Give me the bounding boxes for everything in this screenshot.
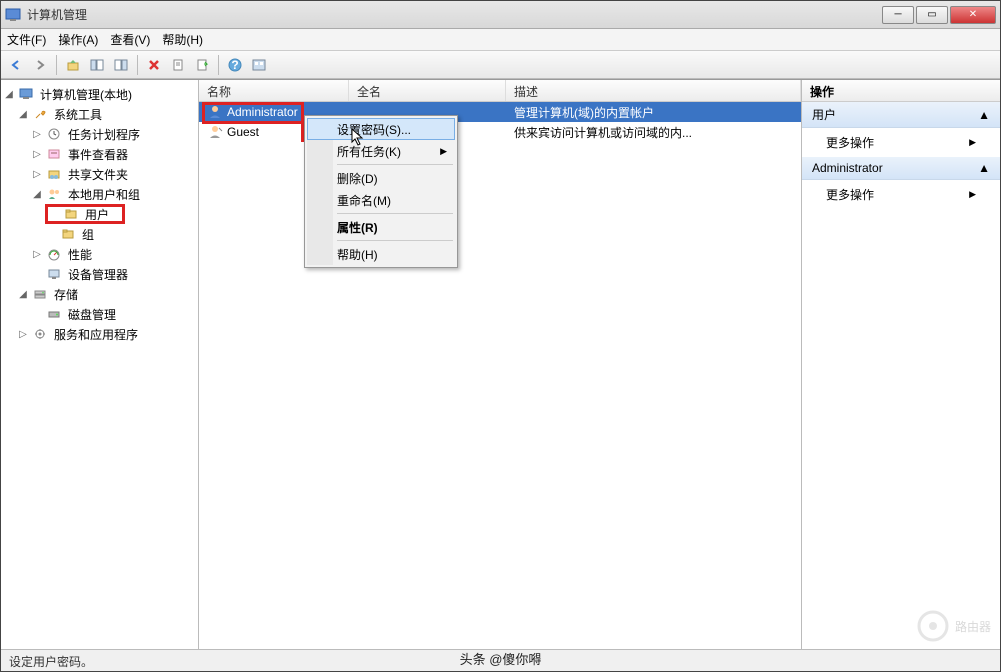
collapse-icon: ▲ xyxy=(978,108,990,122)
clock-icon xyxy=(46,126,62,142)
svg-text:?: ? xyxy=(231,58,238,72)
users-groups-icon xyxy=(46,186,62,202)
actions-section-administrator[interactable]: Administrator ▲ xyxy=(802,157,1000,180)
tree-local-users-groups[interactable]: ◢ 本地用户和组 xyxy=(3,184,196,204)
content-area: ◢ 计算机管理(本地) ◢ 系统工具 ▷ 任务计划程序 ▷ 事件查看器 ▷ xyxy=(1,79,1000,649)
statusbar: 设定用户密码。 xyxy=(1,649,1000,671)
tree-device-manager[interactable]: 设备管理器 xyxy=(3,264,196,284)
shared-folder-icon xyxy=(46,166,62,182)
menu-delete[interactable]: 删除(D) xyxy=(307,167,455,189)
delete-button[interactable] xyxy=(143,54,165,76)
tree-event-viewer[interactable]: ▷ 事件查看器 xyxy=(3,144,196,164)
services-icon xyxy=(32,326,48,342)
menu-help[interactable]: 帮助(H) xyxy=(307,243,455,265)
menu-set-password[interactable]: 设置密码(S)... xyxy=(307,118,455,140)
tree-users[interactable]: 用户 xyxy=(45,204,125,224)
menu-action[interactable]: 操作(A) xyxy=(58,31,98,48)
menu-help[interactable]: 帮助(H) xyxy=(162,31,203,48)
highlight-administrator xyxy=(202,102,304,124)
up-button[interactable] xyxy=(62,54,84,76)
tree-panel[interactable]: ◢ 计算机管理(本地) ◢ 系统工具 ▷ 任务计划程序 ▷ 事件查看器 ▷ xyxy=(1,80,199,649)
app-icon xyxy=(5,7,21,23)
menu-view[interactable]: 查看(V) xyxy=(110,31,150,48)
user-desc: 供来宾访问计算机或访问域的内... xyxy=(506,122,801,143)
show-hide-tree-button[interactable] xyxy=(86,54,108,76)
back-button[interactable] xyxy=(5,54,27,76)
menubar: 文件(F) 操作(A) 查看(V) 帮助(H) xyxy=(1,29,1000,51)
list-panel: 名称 全名 描述 Administrator 管理计算机(域)的内置帐户 Gu xyxy=(199,80,802,649)
tree-services-apps[interactable]: ▷ 服务和应用程序 xyxy=(3,324,196,344)
col-name[interactable]: 名称 xyxy=(199,80,349,101)
device-icon xyxy=(46,266,62,282)
user-icon xyxy=(207,124,223,140)
actions-header: 操作 xyxy=(802,80,1000,102)
close-button[interactable]: ✕ xyxy=(950,6,996,24)
tree-performance[interactable]: ▷ 性能 xyxy=(3,244,196,264)
menu-properties[interactable]: 属性(R) xyxy=(307,216,455,238)
list-row-guest[interactable]: Guest 供来宾访问计算机或访问域的内... xyxy=(199,122,801,142)
help-button[interactable]: ? xyxy=(224,54,246,76)
actions-section-users[interactable]: 用户 ▲ xyxy=(802,102,1000,128)
menu-file[interactable]: 文件(F) xyxy=(7,31,46,48)
refresh-button[interactable] xyxy=(248,54,270,76)
folder-icon xyxy=(63,206,79,222)
titlebar: 计算机管理 ─ ▭ ✕ xyxy=(1,1,1000,29)
tree-disk-management[interactable]: 磁盘管理 xyxy=(3,304,196,324)
toolbar: ? xyxy=(1,51,1000,79)
actions-panel: 操作 用户 ▲ 更多操作 ▶ Administrator ▲ 更多操作 ▶ xyxy=(802,80,1000,649)
list-header: 名称 全名 描述 xyxy=(199,80,801,102)
menu-rename[interactable]: 重命名(M) xyxy=(307,189,455,211)
storage-icon xyxy=(32,286,48,302)
col-desc[interactable]: 描述 xyxy=(506,80,801,101)
performance-icon xyxy=(46,246,62,262)
tree-storage[interactable]: ◢ 存储 xyxy=(3,284,196,304)
computer-icon xyxy=(18,86,34,102)
actions-more-users[interactable]: 更多操作 ▶ xyxy=(802,128,1000,157)
event-icon xyxy=(46,146,62,162)
tree-root[interactable]: ◢ 计算机管理(本地) xyxy=(3,84,196,104)
actions-more-administrator[interactable]: 更多操作 ▶ xyxy=(802,180,1000,209)
minimize-button[interactable]: ─ xyxy=(882,6,914,24)
window-title: 计算机管理 xyxy=(27,6,880,23)
window: 计算机管理 ─ ▭ ✕ 文件(F) 操作(A) 查看(V) 帮助(H) ? ◢ xyxy=(0,0,1001,672)
collapse-icon: ▲ xyxy=(978,161,990,175)
export-button[interactable] xyxy=(191,54,213,76)
tree-shared-folders[interactable]: ▷ 共享文件夹 xyxy=(3,164,196,184)
submenu-arrow-icon: ▶ xyxy=(969,189,976,200)
user-desc: 管理计算机(域)的内置帐户 xyxy=(506,102,801,123)
status-text: 设定用户密码。 xyxy=(9,655,93,669)
maximize-button[interactable]: ▭ xyxy=(916,6,948,24)
context-menu: 设置密码(S)... 所有任务(K)▶ 删除(D) 重命名(M) 属性(R) 帮… xyxy=(304,115,458,268)
properties-button[interactable] xyxy=(167,54,189,76)
col-fullname[interactable]: 全名 xyxy=(349,80,506,101)
user-fullname xyxy=(349,110,506,114)
folder-icon xyxy=(60,226,76,242)
menu-all-tasks[interactable]: 所有任务(K)▶ xyxy=(307,140,455,162)
disk-icon xyxy=(46,306,62,322)
show-hide-actions-button[interactable] xyxy=(110,54,132,76)
tree-task-scheduler[interactable]: ▷ 任务计划程序 xyxy=(3,124,196,144)
tree-groups[interactable]: 组 xyxy=(3,224,196,244)
user-name: Guest xyxy=(227,125,259,139)
tree-system-tools[interactable]: ◢ 系统工具 xyxy=(3,104,196,124)
forward-button[interactable] xyxy=(29,54,51,76)
tools-icon xyxy=(32,106,48,122)
submenu-arrow-icon: ▶ xyxy=(969,137,976,148)
